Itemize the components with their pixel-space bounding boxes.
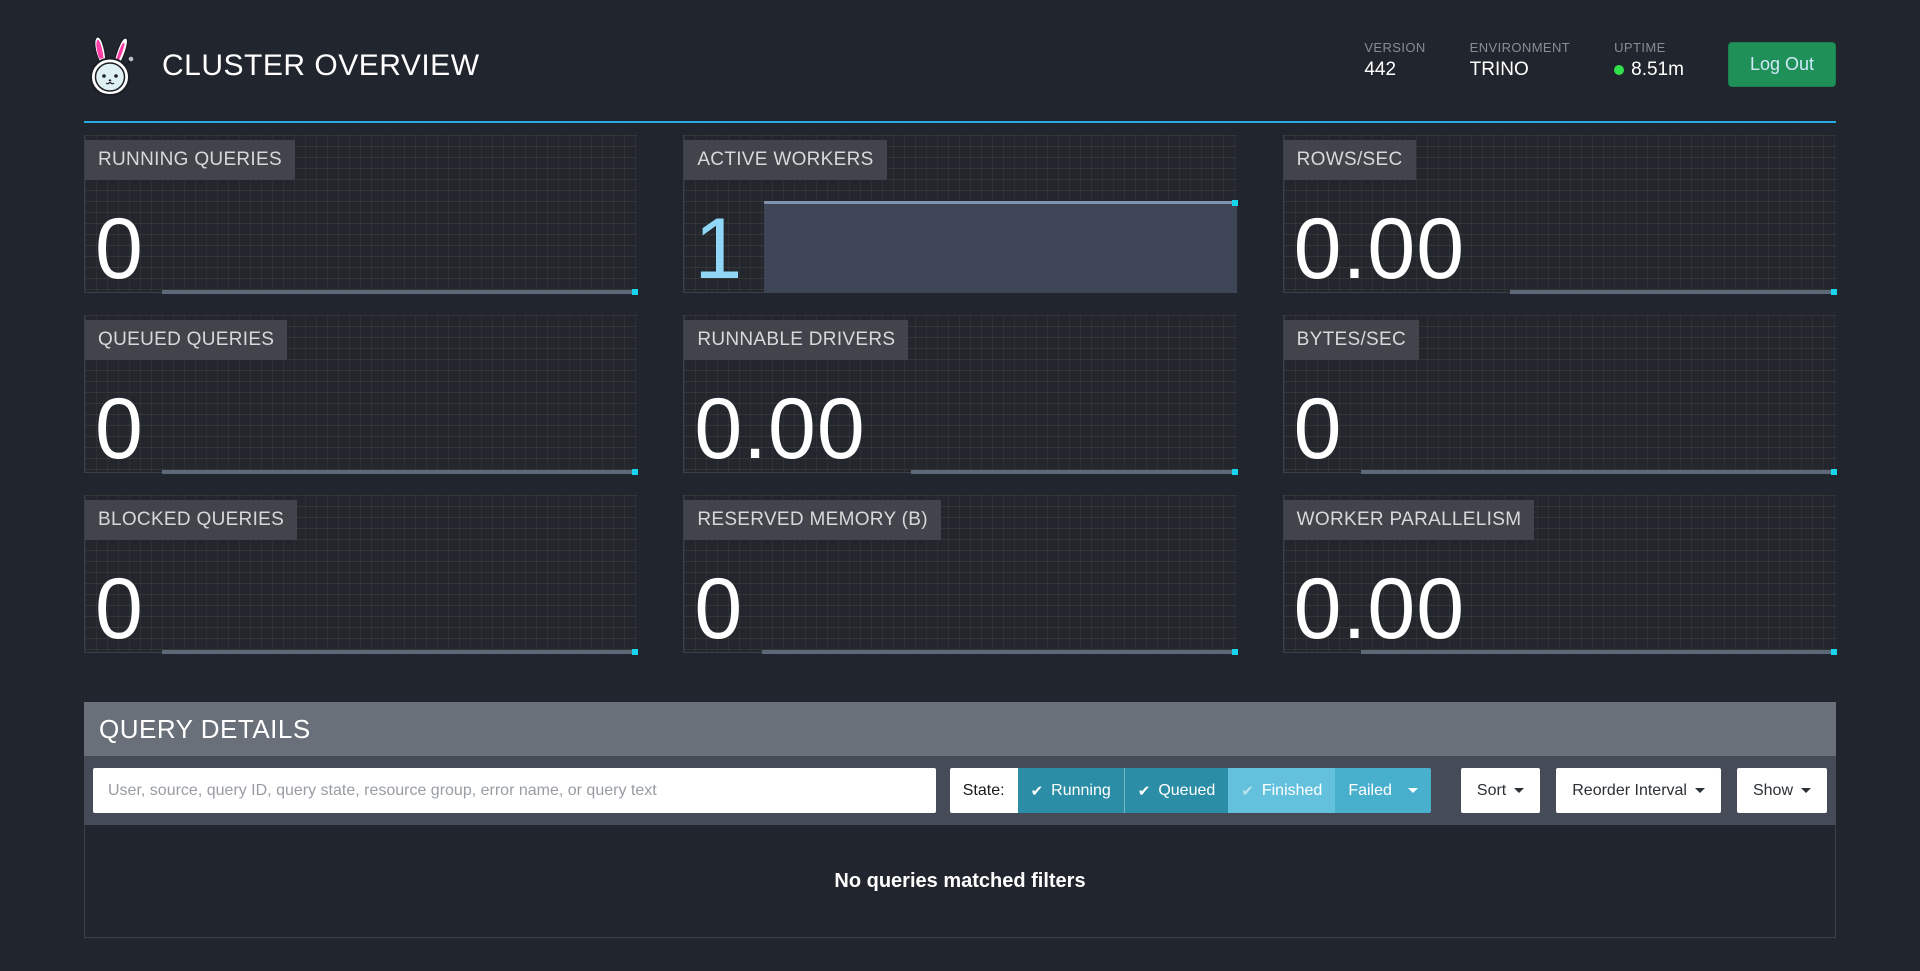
stat-card-value: 0 xyxy=(694,576,743,643)
stat-card-value: 0 xyxy=(95,216,144,283)
sparkline-rows-sec xyxy=(1510,290,1836,294)
state-filter-failed[interactable]: Failed xyxy=(1335,768,1431,813)
state-filter-finished[interactable]: ✔ Finished xyxy=(1228,768,1335,813)
stat-card-label: RESERVED MEMORY (B) xyxy=(684,500,941,540)
uptime-value: 8.51m xyxy=(1631,59,1684,81)
reorder-interval-label: Reorder Interval xyxy=(1572,782,1687,800)
stat-card-blocked-queries: BLOCKED QUERIES 0 xyxy=(84,495,637,653)
stat-card-value: 0 xyxy=(1294,396,1343,463)
app-header: CLUSTER OVERVIEW VERSION 442 ENVIRONMENT… xyxy=(0,0,1920,121)
state-filter-queued[interactable]: ✔ Queued xyxy=(1124,768,1229,813)
meta-label: VERSION xyxy=(1364,40,1425,55)
stat-card-value: 0.00 xyxy=(694,396,865,463)
meta-value: TRINO xyxy=(1470,59,1570,81)
chevron-down-icon xyxy=(1514,788,1524,793)
checkmark-icon: ✔ xyxy=(1031,782,1044,800)
stat-card-label: BLOCKED QUERIES xyxy=(85,500,297,540)
stat-card-label: WORKER PARALLELISM xyxy=(1284,500,1535,540)
sparkline-active-workers xyxy=(764,201,1236,293)
stat-card-label: BYTES/SEC xyxy=(1284,320,1419,360)
sparkline-reserved-memory-b xyxy=(762,650,1237,654)
stat-card-label: RUNNABLE DRIVERS xyxy=(684,320,908,360)
sort-button[interactable]: Sort xyxy=(1461,768,1540,813)
header-accent-rule xyxy=(84,121,1836,123)
empty-message: No queries matched filters xyxy=(834,870,1085,893)
state-filter-button-label: Running xyxy=(1051,782,1111,800)
sparkline-blocked-queries xyxy=(162,650,637,654)
stat-card-rows-sec: ROWS/SEC 0.00 xyxy=(1283,135,1836,293)
cluster-stats-grid: RUNNING QUERIES 0 ACTIVE WORKERS 1 ROWS/… xyxy=(84,135,1836,653)
stat-card-value: 0.00 xyxy=(1294,216,1465,283)
reorder-interval-button[interactable]: Reorder Interval xyxy=(1556,768,1721,813)
state-filter-group: State: ✔ Running ✔ Queued ✔ Finished Failed xyxy=(950,768,1431,813)
meta-value: 8.51m xyxy=(1614,59,1684,81)
stat-card-label: RUNNING QUERIES xyxy=(85,140,295,180)
header-meta: VERSION 442 ENVIRONMENT TRINO UPTIME 8.5… xyxy=(1364,40,1836,87)
state-filter-running[interactable]: ✔ Running xyxy=(1018,768,1124,813)
stat-card-runnable-drivers: RUNNABLE DRIVERS 0.00 xyxy=(683,315,1236,473)
stat-card-worker-parallelism: WORKER PARALLELISM 0.00 xyxy=(1283,495,1836,653)
stat-card-value: 1 xyxy=(694,216,743,283)
show-button-label: Show xyxy=(1753,782,1793,800)
stat-card-reserved-memory-b: RESERVED MEMORY (B) 0 xyxy=(683,495,1236,653)
stat-card-queued-queries: QUEUED QUERIES 0 xyxy=(84,315,637,473)
query-search-input[interactable] xyxy=(93,768,936,813)
meta-label: UPTIME xyxy=(1614,40,1684,55)
chevron-down-icon xyxy=(1695,788,1705,793)
query-details-title: QUERY DETAILS xyxy=(84,702,1836,756)
state-filter-button-label: Finished xyxy=(1262,782,1322,800)
checkmark-icon: ✔ xyxy=(1138,782,1151,800)
uptime-status-dot-icon xyxy=(1614,65,1624,75)
checkmark-icon: ✔ xyxy=(1241,782,1254,800)
state-filter-button-label: Failed xyxy=(1348,782,1392,800)
stat-card-label: ROWS/SEC xyxy=(1284,140,1416,180)
trino-bunny-logo-icon xyxy=(84,33,136,97)
meta-uptime: UPTIME 8.51m xyxy=(1614,40,1684,81)
sort-button-label: Sort xyxy=(1477,782,1506,800)
stat-card-label: ACTIVE WORKERS xyxy=(684,140,886,180)
meta-environment: ENVIRONMENT TRINO xyxy=(1470,40,1570,81)
meta-value: 442 xyxy=(1364,59,1425,81)
stat-card-bytes-sec: BYTES/SEC 0 xyxy=(1283,315,1836,473)
chevron-down-icon xyxy=(1801,788,1811,793)
log-out-button[interactable]: Log Out xyxy=(1728,42,1836,87)
sparkline-running-queries xyxy=(162,290,637,294)
state-filter-label: State: xyxy=(950,768,1018,813)
show-button[interactable]: Show xyxy=(1737,768,1827,813)
meta-label: ENVIRONMENT xyxy=(1470,40,1570,55)
stat-card-label: QUEUED QUERIES xyxy=(85,320,287,360)
sparkline-runnable-drivers xyxy=(911,470,1237,474)
state-filter-button-label: Queued xyxy=(1158,782,1215,800)
meta-version: VERSION 442 xyxy=(1364,40,1425,81)
query-list-empty-state: No queries matched filters xyxy=(84,825,1836,938)
stat-card-value: 0.00 xyxy=(1294,576,1465,643)
chevron-down-icon xyxy=(1408,788,1418,793)
sparkline-worker-parallelism xyxy=(1361,650,1836,654)
state-filter-buttons: ✔ Running ✔ Queued ✔ Finished Failed xyxy=(1018,768,1431,813)
stat-card-value: 0 xyxy=(95,576,144,643)
stat-card-active-workers: ACTIVE WORKERS 1 xyxy=(683,135,1236,293)
query-details-toolbar: State: ✔ Running ✔ Queued ✔ Finished Failed So… xyxy=(84,756,1836,825)
query-details-section: QUERY DETAILS State: ✔ Running ✔ Queued ✔ Fin… xyxy=(84,702,1836,938)
page-title: CLUSTER OVERVIEW xyxy=(162,49,480,83)
sparkline-queued-queries xyxy=(162,470,637,474)
stat-card-value: 0 xyxy=(95,396,144,463)
sparkline-bytes-sec xyxy=(1361,470,1836,474)
stat-card-running-queries: RUNNING QUERIES 0 xyxy=(84,135,637,293)
